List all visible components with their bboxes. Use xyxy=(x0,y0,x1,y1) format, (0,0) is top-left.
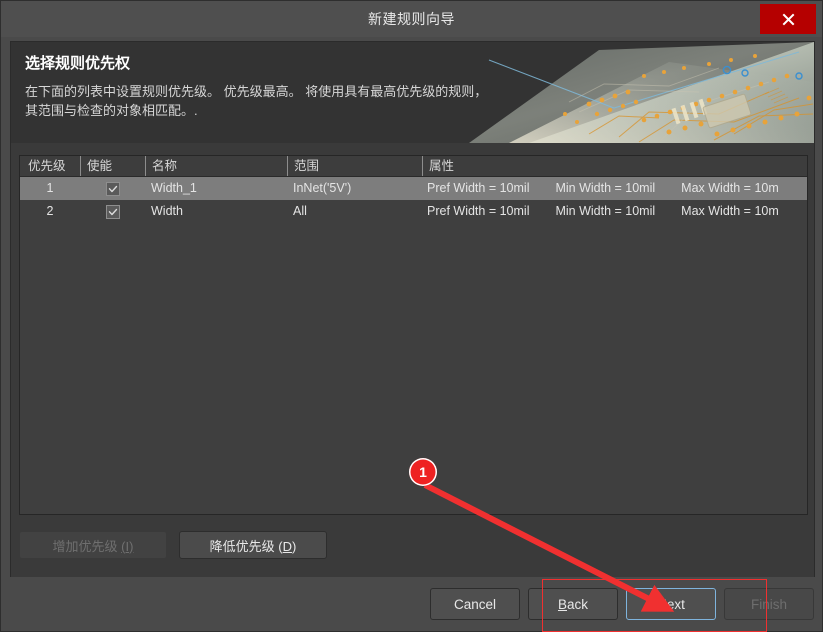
title-bar: 新建规则向导 xyxy=(1,1,822,37)
attribute-pref-width: Pref Width = 10mil xyxy=(427,204,530,218)
increase-priority-button[interactable]: 增加优先级 (I) xyxy=(19,531,167,559)
back-accel: B xyxy=(557,596,567,612)
rules-table[interactable]: 优先级 使能 名称 范围 属性 1 Width_1 InNet('5V') Pr… xyxy=(19,155,808,515)
back-button[interactable]: Back xyxy=(528,588,618,620)
table-row[interactable]: 2 Width All Pref Width = 10mil Min Width… xyxy=(20,200,807,223)
decrease-priority-label: 降低优先级 xyxy=(209,538,279,554)
footer-bar: Cancel Back Next Finish xyxy=(1,577,822,631)
cancel-button[interactable]: Cancel xyxy=(430,588,520,620)
cell-priority: 1 xyxy=(46,181,54,195)
cell-attributes: Pref Width = 10mil Min Width = 10mil Max… xyxy=(422,200,807,223)
cell-enabled xyxy=(80,204,145,219)
increase-priority-label: 增加优先级 xyxy=(52,538,122,554)
decrease-accel-suffix: ) xyxy=(292,538,297,554)
cell-attributes: Pref Width = 10mil Min Width = 10mil Max… xyxy=(422,177,807,200)
enabled-checkbox[interactable] xyxy=(105,181,120,196)
finish-button[interactable]: Finish xyxy=(724,588,814,620)
column-header-name[interactable]: 名称 xyxy=(145,156,287,176)
attribute-max-width: Max Width = 10m xyxy=(681,204,779,218)
check-icon xyxy=(108,185,117,192)
column-header-priority[interactable]: 优先级 xyxy=(20,156,80,176)
cell-scope: InNet('5V') xyxy=(293,181,352,195)
column-header-enabled[interactable]: 使能 xyxy=(80,156,145,176)
next-button[interactable]: Next xyxy=(626,588,716,620)
cell-priority: 2 xyxy=(46,204,54,218)
next-accel: N xyxy=(657,596,667,612)
attribute-max-width: Max Width = 10m xyxy=(681,181,779,195)
back-suffix: ack xyxy=(567,596,589,612)
pcb-board-image xyxy=(469,42,814,143)
content-panel: 选择规则优先权 在下面的列表中设置规则优先级。 优先级最高。 将使用具有最高优先… xyxy=(10,41,815,579)
increase-priority-accel: (I) xyxy=(121,538,134,554)
table-header-row: 优先级 使能 名称 范围 属性 xyxy=(20,156,807,177)
cell-scope: All xyxy=(293,204,307,218)
page-description: 在下面的列表中设置规则优先级。 优先级最高。 将使用具有最高优先级的规则，其范围… xyxy=(25,84,488,118)
column-header-attributes[interactable]: 属性 xyxy=(422,156,807,176)
decrease-priority-button[interactable]: 降低优先级 (D) xyxy=(179,531,327,559)
table-row[interactable]: 1 Width_1 InNet('5V') Pref Width = 10mil… xyxy=(20,177,807,200)
cell-enabled xyxy=(80,181,145,196)
close-icon xyxy=(782,13,794,25)
navigation-buttons: Cancel Back Next Finish xyxy=(430,588,814,620)
close-button[interactable] xyxy=(760,4,816,34)
page-title: 选择规则优先权 xyxy=(25,55,131,72)
priority-actions: 增加优先级 (I) 降低优先级 (D) xyxy=(19,531,327,559)
cell-name: Width xyxy=(151,204,183,218)
dialog-body: 选择规则优先权 在下面的列表中设置规则优先级。 优先级最高。 将使用具有最高优先… xyxy=(1,37,822,631)
attribute-min-width: Min Width = 10mil xyxy=(555,204,656,218)
decrease-priority-accel: D xyxy=(282,538,292,554)
check-icon xyxy=(108,208,117,215)
next-suffix: ext xyxy=(666,596,685,612)
column-header-scope[interactable]: 范围 xyxy=(287,156,422,176)
new-rule-wizard-dialog: 新建规则向导 选择规则优先权 在下面的列表中设置规则优先级。 优先级最高。 将使… xyxy=(0,0,823,632)
enabled-checkbox[interactable] xyxy=(105,204,120,219)
attribute-min-width: Min Width = 10mil xyxy=(555,181,656,195)
cell-name: Width_1 xyxy=(151,181,197,195)
attribute-pref-width: Pref Width = 10mil xyxy=(427,181,530,195)
banner-text-block: 选择规则优先权 在下面的列表中设置规则优先级。 优先级最高。 将使用具有最高优先… xyxy=(25,52,495,120)
window-title: 新建规则向导 xyxy=(368,11,455,27)
wizard-banner: 选择规则优先权 在下面的列表中设置规则优先级。 优先级最高。 将使用具有最高优先… xyxy=(11,42,814,143)
